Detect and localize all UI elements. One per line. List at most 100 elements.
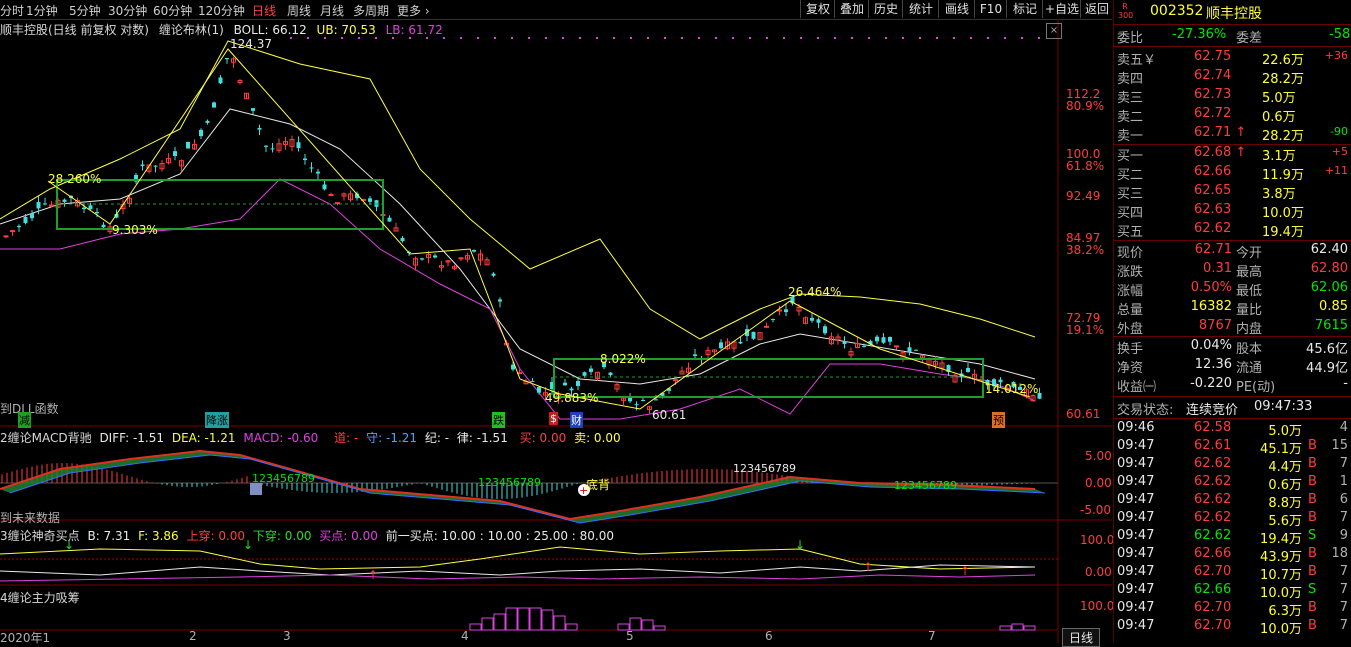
chip-bar xyxy=(641,619,654,631)
candle-body xyxy=(17,225,21,228)
b-line xyxy=(0,546,1036,570)
stat-label: 股本 xyxy=(1236,342,1263,357)
trade-time: 09:47:33 xyxy=(1254,399,1313,414)
candle-body xyxy=(335,202,340,205)
arrow-up-icon: ↑ xyxy=(960,564,970,578)
tick-volume: 10.7万 xyxy=(1260,568,1302,583)
tick-price: 62.62 xyxy=(1194,492,1232,507)
tick-time: 09:47 xyxy=(1117,564,1155,579)
period-tab-daily-bottom[interactable]: 日线 xyxy=(1062,628,1101,647)
tick-count: 7 xyxy=(1339,564,1348,579)
order-volume: 19.4万 xyxy=(1262,225,1304,240)
candle-body xyxy=(328,194,334,197)
stat-label: 最高 xyxy=(1236,265,1263,280)
candle-body xyxy=(387,217,392,222)
candle-body xyxy=(153,165,158,167)
period-tab-monthly[interactable]: 月线 xyxy=(320,2,344,19)
period-tab-more[interactable]: 更多 › xyxy=(397,2,430,19)
y-tick-pct: 61.8% xyxy=(1066,159,1105,173)
buy-panel-title: 3缠论神奇买点 xyxy=(0,529,80,543)
stock-label: 顺丰控股(日线 前复权 对数) xyxy=(0,23,149,37)
cross-up-value: 上穿: 0.00 xyxy=(186,529,246,543)
order-volume: 5.0万 xyxy=(1262,91,1296,106)
mark-button[interactable]: 标记 xyxy=(1006,0,1043,18)
signal-dot xyxy=(834,37,836,39)
close-icon[interactable]: × xyxy=(1046,23,1062,39)
sell-value: 卖: 0.00 xyxy=(574,431,621,445)
stat-value: 0.50% xyxy=(1190,280,1232,295)
tick-volume: 5.6万 xyxy=(1268,514,1302,529)
period-tab-30min[interactable]: 30分钟 xyxy=(108,2,147,19)
back-button[interactable]: 返回 xyxy=(1080,0,1113,18)
stat-value: 16382 xyxy=(1190,299,1232,314)
tick-direction: B xyxy=(1308,600,1317,615)
period-tab-60min[interactable]: 60分钟 xyxy=(153,2,192,19)
fuquan-button[interactable]: 复权 xyxy=(800,0,835,18)
candle-body xyxy=(641,400,645,402)
candle-body xyxy=(537,387,541,393)
b-value: B: 7.31 xyxy=(87,529,131,543)
candle-body xyxy=(173,151,177,156)
signal-dot xyxy=(596,37,598,39)
tick-direction: B xyxy=(1308,510,1317,525)
period-tab-1min[interactable]: 1分钟 xyxy=(26,2,58,19)
x-tick: 4 xyxy=(461,629,469,643)
order-price: 62.74 xyxy=(1194,68,1232,83)
period-tab-5min[interactable]: 5分钟 xyxy=(69,2,101,19)
candle-body xyxy=(498,299,502,302)
add-watchlist-button[interactable]: +自选 xyxy=(1042,0,1081,18)
period-tab-daily[interactable]: 日线 xyxy=(252,2,276,19)
period-toolbar: 分时 1分钟 5分钟 30分钟 60分钟 120分钟 日线 周线 月线 多周期 … xyxy=(0,0,1112,20)
chart-area[interactable]: + ↓ ↓ ↓ ↑ ↑ ↑ 顺丰控股(日线 前复权 对数) 缠论布林(1) BOLL: 6… xyxy=(0,19,1115,647)
tick-time: 09:47 xyxy=(1117,618,1155,633)
period-tab-weekly[interactable]: 周线 xyxy=(287,2,311,19)
buy-panel-header: 3缠论神奇买点 B: 7.31 F: 3.86 上穿: 0.00 下穿: 0.0… xyxy=(0,527,614,544)
tick-price: 62.62 xyxy=(1194,456,1232,471)
indicator-name: 缠论布林(1) xyxy=(158,23,224,37)
candle-body xyxy=(751,331,756,339)
order-label: 卖三 xyxy=(1117,91,1144,106)
y-tick: 100.0 xyxy=(1080,533,1115,547)
order-price: 62.71 ↑ xyxy=(1194,125,1247,140)
stat-value: 45.6亿 xyxy=(1306,342,1348,357)
overlay-button[interactable]: 叠加 xyxy=(834,0,869,18)
candle-body xyxy=(212,102,216,108)
order-price: 62.68 ↑ xyxy=(1194,145,1247,160)
candle-body xyxy=(881,337,886,343)
candle-body xyxy=(322,184,327,190)
candle-body xyxy=(738,341,743,344)
stats-button[interactable]: 统计 xyxy=(902,0,939,18)
candle-body xyxy=(784,309,788,313)
period-tab-multi[interactable]: 多周期 xyxy=(353,2,389,19)
order-label: 卖四 xyxy=(1117,72,1144,87)
candle-body xyxy=(30,213,34,219)
segment-pct-label: 14.012% xyxy=(985,382,1039,396)
candle-body xyxy=(199,129,203,137)
tick-volume: 5.0万 xyxy=(1268,424,1302,439)
history-button[interactable]: 历史 xyxy=(868,0,903,18)
tick-row: 09:47 62.70 10.0万 B 7 xyxy=(1114,618,1351,637)
signal-dot xyxy=(1038,37,1040,39)
signal-dot xyxy=(460,37,462,39)
candle-body xyxy=(218,77,223,84)
stat-row: 收益㈠ -0.220 PE(动) - xyxy=(1114,376,1351,395)
f10-button[interactable]: F10 xyxy=(974,0,1007,18)
tick-time: 09:47 xyxy=(1117,600,1155,615)
signal-dot xyxy=(477,37,479,39)
count-label: 123456789 xyxy=(894,479,957,492)
signal-dot xyxy=(698,37,700,39)
divergence-label: 底背 xyxy=(586,478,611,492)
period-tab-timeshare[interactable]: 分时 xyxy=(0,2,24,19)
draw-line-button[interactable]: 画线 xyxy=(938,0,975,18)
lb-value: LB: 61.72 xyxy=(385,23,443,37)
tick-time: 09:47 xyxy=(1117,510,1155,525)
period-tab-120min[interactable]: 120分钟 xyxy=(198,2,245,19)
candle-body xyxy=(810,317,814,321)
tick-price: 62.70 xyxy=(1194,618,1232,633)
tick-row: 09:47 62.70 10.7万 B 7 xyxy=(1114,564,1351,583)
tick-row: 09:47 62.70 6.3万 B 7 xyxy=(1114,600,1351,619)
chip-bar xyxy=(469,623,482,631)
stat-value: 62.40 xyxy=(1310,242,1348,257)
stat-row: 涨跌 0.31 最高 62.80 xyxy=(1114,261,1351,280)
candle-body xyxy=(251,108,255,111)
